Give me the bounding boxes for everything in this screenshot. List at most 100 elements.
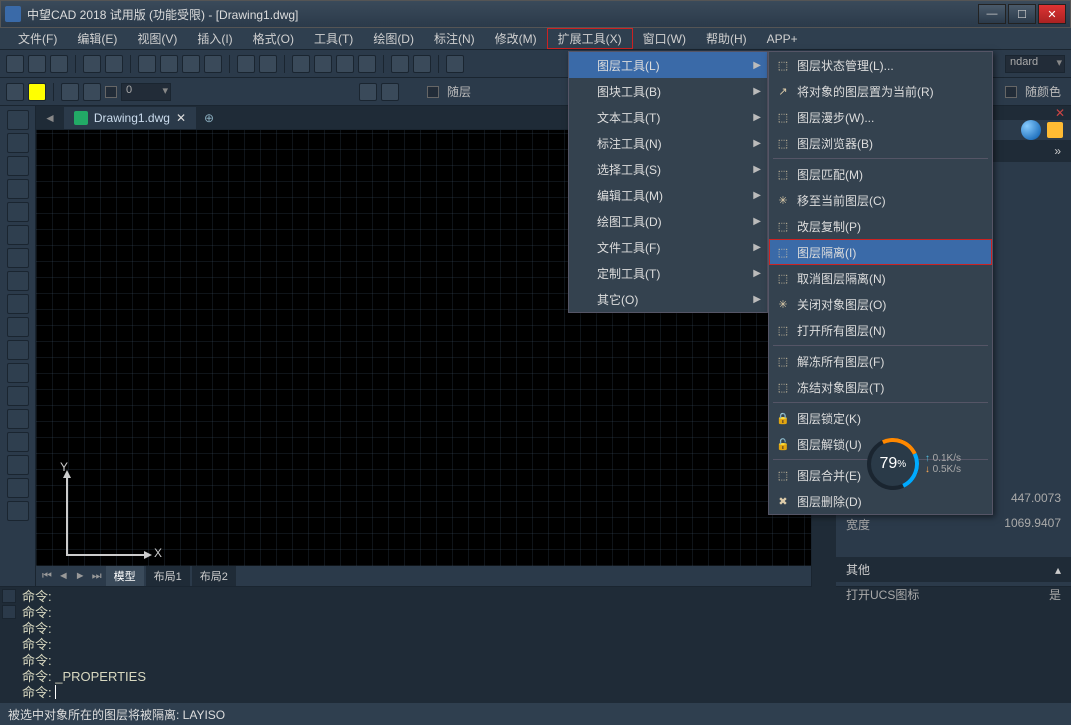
menu-item-11[interactable]: 帮助(H)	[696, 28, 757, 49]
ucs-value[interactable]: 是	[1049, 586, 1061, 603]
document-tab[interactable]: Drawing1.dwg ✕	[64, 107, 196, 129]
menu-item-图层隔离(I)[interactable]: ⬚图层隔离(I)	[769, 239, 992, 265]
new-tab-icon[interactable]: ⊕	[204, 111, 214, 125]
menu-item-移至当前图层(C)[interactable]: ✳移至当前图层(C)	[769, 187, 992, 213]
layer-check[interactable]	[105, 86, 117, 98]
tool-circle[interactable]	[7, 156, 29, 176]
command-input[interactable]: 命令:	[22, 685, 1067, 701]
bylayer-check[interactable]	[427, 86, 439, 98]
menu-item-5[interactable]: 工具(T)	[304, 28, 363, 49]
menu-item-3[interactable]: 插入(I)	[187, 28, 242, 49]
chevron-down-icon[interactable]: »	[1054, 144, 1061, 158]
menu-item-图层状态管理(L)...[interactable]: ⬚图层状态管理(L)...	[769, 52, 992, 78]
menu-item-文件工具(F)[interactable]: 文件工具(F)▶	[569, 234, 767, 260]
network-speed-widget[interactable]: 79% ↑ 0.1K/s ↓ 0.5K/s	[867, 438, 961, 490]
tool-line[interactable]	[7, 110, 29, 130]
undo-icon[interactable]	[237, 55, 255, 73]
tool-props[interactable]	[7, 478, 29, 498]
calc-icon[interactable]	[391, 55, 409, 73]
menu-item-其它(O)[interactable]: 其它(O)▶	[569, 286, 767, 312]
layer-icon[interactable]	[6, 83, 24, 101]
tool-point[interactable]	[7, 340, 29, 360]
copy-icon[interactable]	[160, 55, 178, 73]
menu-item-取消图层隔离(N)[interactable]: ⬚取消图层隔离(N)	[769, 265, 992, 291]
preview-icon[interactable]	[105, 55, 123, 73]
layout-tab-1[interactable]: 布局1	[146, 566, 190, 586]
lightbulb-icon[interactable]	[1047, 122, 1063, 138]
lt-icon-b[interactable]	[381, 83, 399, 101]
menu-item-1[interactable]: 编辑(E)	[67, 28, 127, 49]
menu-item-图层漫步(W)...[interactable]: ⬚图层漫步(W)...	[769, 104, 992, 130]
zoom-extents-icon[interactable]	[358, 55, 376, 73]
menu-item-绘图工具(D)[interactable]: 绘图工具(D)▶	[569, 208, 767, 234]
tool-hatch[interactable]	[7, 386, 29, 406]
tab-left-arrow[interactable]: ◄	[44, 111, 56, 125]
menu-item-图层删除(D)[interactable]: ✖图层删除(D)	[769, 488, 992, 514]
tool-ellipse[interactable]	[7, 271, 29, 291]
menu-item-文本工具(T)[interactable]: 文本工具(T)▶	[569, 104, 767, 130]
menu-item-4[interactable]: 格式(O)	[243, 28, 304, 49]
menu-item-打开所有图层(N)[interactable]: ⬚打开所有图层(N)	[769, 317, 992, 343]
orb-icon[interactable]	[1021, 120, 1041, 140]
tool-other[interactable]	[7, 455, 29, 475]
menu-item-将对象的图层置为当前(R)[interactable]: ↗将对象的图层置为当前(R)	[769, 78, 992, 104]
menu-item-2[interactable]: 视图(V)	[127, 28, 187, 49]
tool-spline[interactable]	[7, 248, 29, 268]
new-icon[interactable]	[6, 55, 24, 73]
menu-item-冻结对象图层(T)[interactable]: ⬚冻结对象图层(T)	[769, 374, 992, 400]
redo-icon[interactable]	[259, 55, 277, 73]
table-icon[interactable]	[413, 55, 431, 73]
menu-item-图层浏览器(B)[interactable]: ⬚图层浏览器(B)	[769, 130, 992, 156]
layout-tab-0[interactable]: 模型	[106, 566, 144, 586]
cmd-icon-1[interactable]	[2, 589, 16, 603]
open-icon[interactable]	[28, 55, 46, 73]
layer-lock-icon[interactable]	[83, 83, 101, 101]
layout-prev[interactable]: ◄	[56, 570, 71, 582]
menu-item-图层工具(L)[interactable]: 图层工具(L)▶	[569, 52, 767, 78]
menu-item-解冻所有图层(F)[interactable]: ⬚解冻所有图层(F)	[769, 348, 992, 374]
zoom-icon[interactable]	[314, 55, 332, 73]
menu-item-0[interactable]: 文件(F)	[8, 28, 67, 49]
tool-block[interactable]	[7, 363, 29, 383]
menu-item-6[interactable]: 绘图(D)	[363, 28, 424, 49]
sun-icon[interactable]	[28, 83, 46, 101]
tool-polygon[interactable]	[7, 179, 29, 199]
layout-next[interactable]: ►	[73, 570, 88, 582]
cmd-icon-2[interactable]	[2, 605, 16, 619]
menu-item-图块工具(B)[interactable]: 图块工具(B)▶	[569, 78, 767, 104]
width-value[interactable]: 1069.9407	[1004, 516, 1061, 533]
tool-arc[interactable]	[7, 225, 29, 245]
style-dropdown[interactable]: ndard	[1005, 55, 1065, 73]
save-icon[interactable]	[50, 55, 68, 73]
section-other[interactable]: 其他 ▴	[836, 557, 1071, 582]
pan-icon[interactable]	[292, 55, 310, 73]
maximize-button[interactable]: ☐	[1008, 4, 1036, 24]
tool-table[interactable]	[7, 432, 29, 452]
close-button[interactable]: ✕	[1038, 4, 1066, 24]
layout-tab-2[interactable]: 布局2	[192, 566, 236, 586]
minimize-button[interactable]: —	[978, 4, 1006, 24]
cut-icon[interactable]	[138, 55, 156, 73]
zoom-window-icon[interactable]	[336, 55, 354, 73]
menu-item-12[interactable]: APP+	[757, 28, 808, 49]
color-check[interactable]	[1005, 86, 1017, 98]
tool-grid[interactable]	[7, 501, 29, 521]
menu-item-10[interactable]: 窗口(W)	[633, 28, 696, 49]
tool-region[interactable]	[7, 409, 29, 429]
layer-dropdown[interactable]: 0	[121, 83, 171, 101]
brush-icon[interactable]	[204, 55, 222, 73]
tab-close-icon[interactable]: ✕	[176, 111, 186, 125]
tool-donut[interactable]	[7, 317, 29, 337]
tool-pline[interactable]	[7, 133, 29, 153]
menu-item-改层复制(P)[interactable]: ⬚改层复制(P)	[769, 213, 992, 239]
height-value[interactable]: 447.0073	[1011, 491, 1061, 508]
menu-item-标注工具(N)[interactable]: 标注工具(N)▶	[569, 130, 767, 156]
menu-item-7[interactable]: 标注(N)	[424, 28, 485, 49]
help-icon[interactable]	[446, 55, 464, 73]
menu-item-9[interactable]: 扩展工具(X)	[547, 28, 633, 49]
paste-icon[interactable]	[182, 55, 200, 73]
menu-item-关闭对象图层(O)[interactable]: ✳关闭对象图层(O)	[769, 291, 992, 317]
lt-icon-a[interactable]	[359, 83, 377, 101]
layout-first[interactable]: ⏮	[40, 570, 54, 583]
layout-last[interactable]: ⏭	[90, 570, 104, 583]
